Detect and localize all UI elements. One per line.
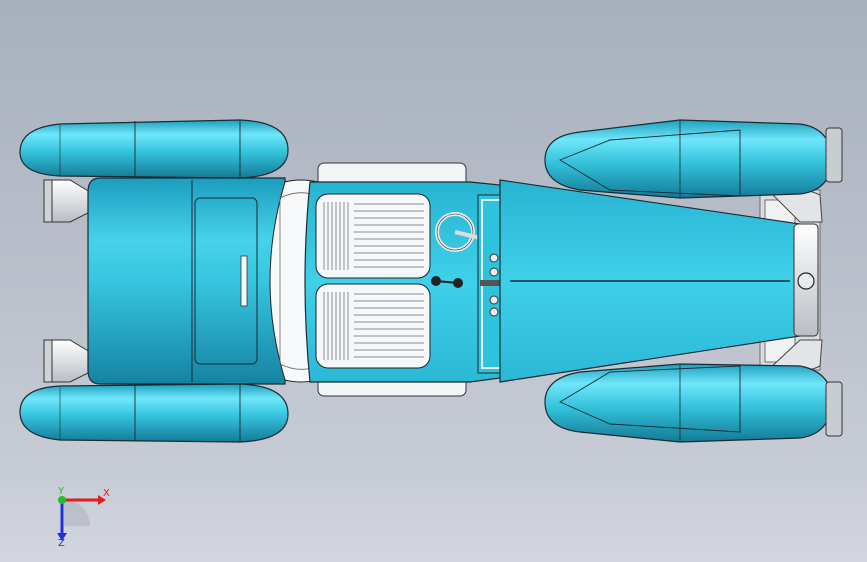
radiator-grille xyxy=(793,223,819,337)
fender-front-bottom xyxy=(544,363,843,443)
z-axis-label: Z xyxy=(58,538,65,548)
rear-body xyxy=(87,177,286,385)
tire-rear-bottom xyxy=(19,383,289,443)
fender-front-top xyxy=(544,119,843,199)
car-model-top-view[interactable] xyxy=(0,0,867,562)
x-axis-label: X xyxy=(103,488,110,499)
triad-quadrant xyxy=(64,500,90,526)
graphics-viewport[interactable]: X Y Z xyxy=(0,0,867,562)
seat-upper xyxy=(315,193,431,279)
rear-lamp-bottom xyxy=(43,339,91,383)
axis-triad: X Y Z xyxy=(57,486,110,548)
y-axis-label: Y xyxy=(57,486,65,497)
seat-lower xyxy=(315,283,431,369)
y-axis-point xyxy=(58,496,66,504)
rear-lamp-top xyxy=(43,179,91,223)
tire-rear-top xyxy=(19,119,289,179)
